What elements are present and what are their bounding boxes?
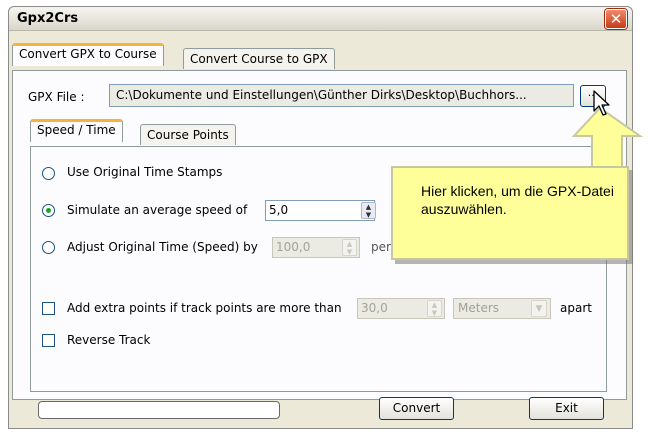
use-original-time-radio[interactable] [42,167,55,180]
adjust-time-label: Adjust Original Time (Speed) by [67,240,258,254]
convert-button[interactable]: Convert [379,397,454,420]
apart-label: apart [560,301,592,315]
distance-unit-value: Meters [458,301,500,315]
callout-text: Hier klicken, um die GPX-Datei auszuwähl… [421,183,614,217]
tab-convert-gpx-to-course[interactable]: Convert GPX to Course [12,43,164,66]
close-icon: ✕ [609,10,623,28]
radio-selected-dot [46,208,51,213]
progress-bar [38,401,280,419]
gpx-file-label: GPX File : [28,90,85,104]
window-title: Gpx2Crs [17,11,79,26]
distance-spinner-button[interactable]: ▲ ▼ [427,300,442,317]
tab-convert-course-to-gpx[interactable]: Convert Course to GPX [183,48,335,69]
tab-speed-time[interactable]: Speed / Time [30,119,123,142]
extra-points-label: Add extra points if track points are mor… [67,301,342,315]
title-bar[interactable]: Gpx2Crs ✕ [9,7,632,31]
use-original-time-label: Use Original Time Stamps [67,165,223,179]
gpx-file-path-field[interactable]: C:\Dokumente und Einstellungen\Günther D… [109,84,574,107]
callout-box: Hier klicken, um die GPX-Datei auszuwähl… [391,166,629,260]
mouse-cursor-icon [593,90,610,116]
adjust-time-radio[interactable] [42,241,55,254]
speed-input[interactable]: 5,0 [265,200,375,221]
reverse-track-label: Reverse Track [67,333,151,347]
simulate-speed-label: Simulate an average speed of [67,203,248,217]
chevron-down-icon[interactable]: ▼ [531,300,547,317]
reverse-track-checkbox[interactable] [42,334,55,347]
simulate-speed-radio[interactable] [42,204,55,217]
tab-course-points[interactable]: Course Points [140,124,236,145]
speed-spinner-button[interactable]: ▲ ▼ [361,202,376,219]
adjust-spinner-button[interactable]: ▲ ▼ [342,239,357,256]
exit-button[interactable]: Exit [529,397,604,420]
close-button[interactable]: ✕ [605,9,627,29]
extra-points-checkbox[interactable] [42,302,55,315]
